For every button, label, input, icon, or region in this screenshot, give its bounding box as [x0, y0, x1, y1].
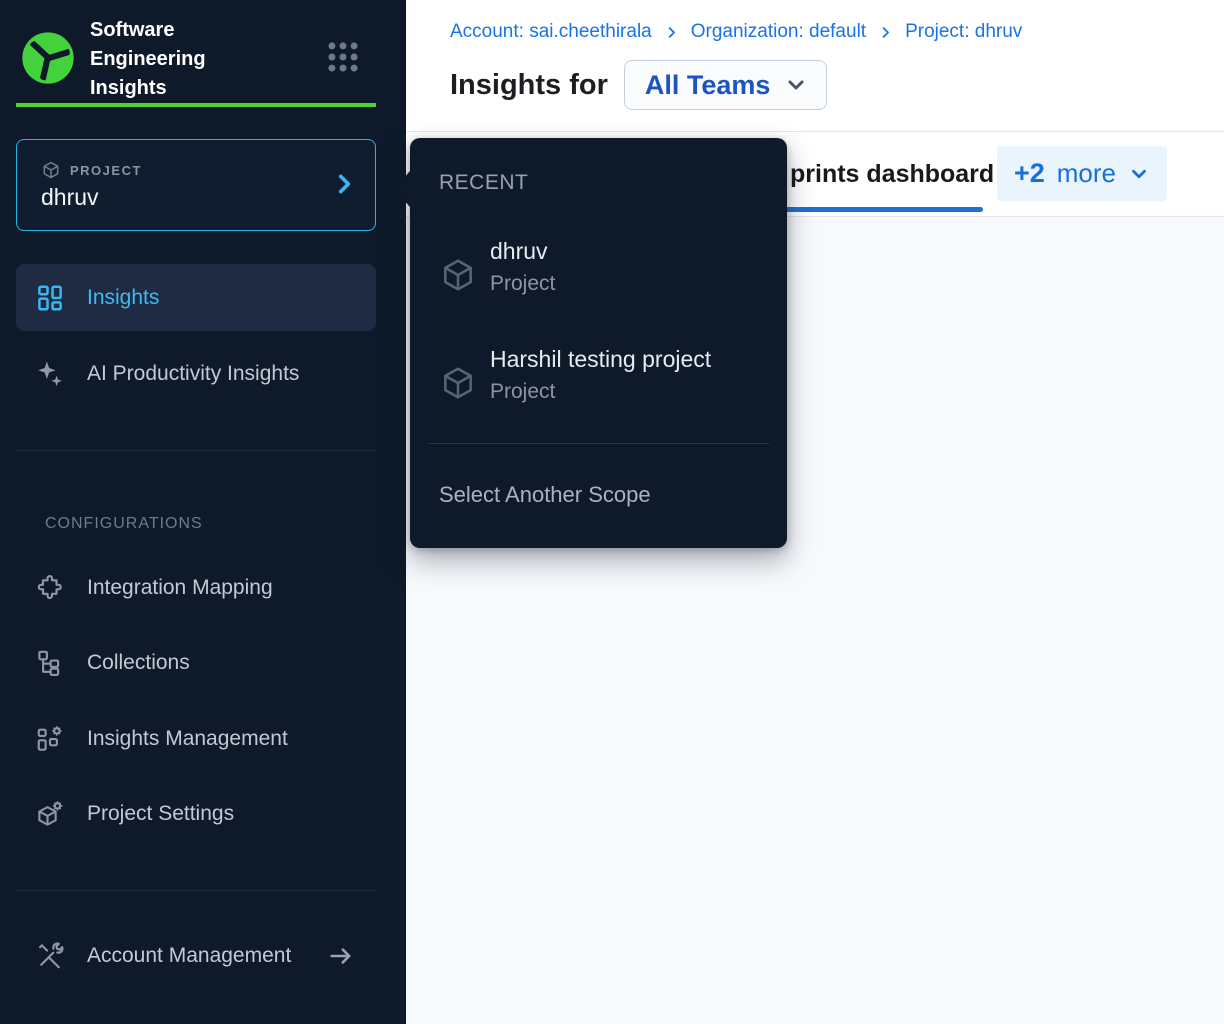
sidebar-header: Software Engineering Insights	[16, 22, 376, 94]
sei-logo-icon	[20, 30, 76, 86]
sidebar-item-project-settings[interactable]: Project Settings	[16, 786, 376, 842]
breadcrumb: Account: sai.cheethirala Organization: d…	[450, 21, 1022, 43]
team-selector-value: All Teams	[645, 70, 771, 101]
sparkles-icon	[35, 359, 65, 389]
header-divider	[406, 131, 1224, 132]
dashboard-gear-icon	[35, 724, 65, 754]
sidebar-item-ai-productivity[interactable]: AI Productivity Insights	[16, 346, 376, 402]
sidebar-item-account-management[interactable]: Account Management	[16, 928, 376, 984]
project-scope-selector[interactable]: PROJECT dhruv	[16, 139, 376, 231]
chevron-right-icon	[878, 25, 893, 40]
page-title: Insights for	[450, 69, 608, 102]
cube-gear-icon	[35, 799, 65, 829]
sidebar-item-label: AI Productivity Insights	[87, 362, 299, 386]
recent-scope-dhruv[interactable]: dhruv Project	[424, 236, 773, 316]
app-title: Software Engineering Insights	[90, 16, 250, 103]
project-scope-name: dhruv	[41, 184, 99, 211]
scope-item-type: Project	[490, 380, 555, 404]
popover-divider	[428, 443, 769, 444]
cube-icon	[439, 364, 477, 402]
sidebar-item-insights-management[interactable]: Insights Management	[16, 711, 376, 767]
sidebar-item-label: Project Settings	[87, 802, 234, 826]
more-tabs-count: +2	[1014, 158, 1045, 189]
scope-item-name: Harshil testing project	[490, 346, 711, 373]
sidebar-divider	[16, 450, 376, 451]
select-another-scope-action[interactable]: Select Another Scope	[439, 482, 651, 508]
popover-arrow	[394, 171, 410, 207]
chevron-down-icon	[1128, 163, 1150, 185]
sidebar-item-insights[interactable]: Insights	[16, 264, 376, 331]
sidebar-divider	[16, 890, 376, 891]
sidebar-item-integration-mapping[interactable]: Integration Mapping	[16, 560, 376, 616]
sidebar-item-label: Integration Mapping	[87, 576, 273, 600]
cube-icon	[439, 256, 477, 294]
scope-item-name: dhruv	[490, 238, 548, 265]
team-selector-button[interactable]: All Teams	[624, 60, 828, 110]
sidebar-item-collections[interactable]: Collections	[16, 635, 376, 691]
breadcrumb-account[interactable]: Account: sai.cheethirala	[450, 21, 652, 43]
dashboard-icon	[35, 283, 65, 313]
sidebar-item-label: Insights Management	[87, 727, 288, 751]
scope-popover: RECENT dhruv Project Harshil testing pro…	[410, 138, 787, 548]
scope-item-type: Project	[490, 272, 555, 296]
app-grid-icon[interactable]	[324, 38, 362, 76]
puzzle-icon	[35, 573, 65, 603]
configurations-section-header: CONFIGURATIONS	[45, 515, 203, 533]
sidebar-item-label: Account Management	[87, 944, 291, 968]
project-scope-label: PROJECT	[70, 163, 142, 178]
more-tabs-button[interactable]: +2 more	[997, 146, 1167, 201]
recent-section-header: RECENT	[439, 171, 528, 195]
cube-icon	[41, 160, 61, 180]
recent-scope-harshil-testing-project[interactable]: Harshil testing project Project	[424, 344, 773, 424]
chevron-down-icon	[784, 73, 808, 97]
sidebar-item-label: Insights	[87, 286, 159, 310]
brand-accent-rule	[16, 103, 376, 107]
breadcrumb-project[interactable]: Project: dhruv	[905, 21, 1022, 43]
chevron-right-icon	[664, 25, 679, 40]
tools-icon	[35, 941, 65, 971]
tab-sprints-dashboard[interactable]: prints dashboard	[790, 160, 994, 189]
sidebar-item-label: Collections	[87, 651, 190, 675]
sidebar: Software Engineering Insights PROJECT dh…	[0, 0, 406, 1024]
more-tabs-label: more	[1057, 158, 1116, 189]
arrow-right-icon	[327, 942, 355, 970]
breadcrumb-organization[interactable]: Organization: default	[691, 21, 866, 43]
chevron-right-icon	[331, 171, 357, 197]
hierarchy-icon	[35, 648, 65, 678]
